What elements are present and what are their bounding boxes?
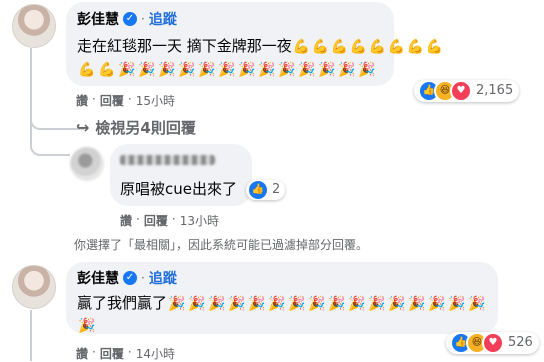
like-button[interactable]: 讚 [76, 92, 88, 109]
separator-dot: · [92, 345, 96, 359]
timestamp[interactable]: 15小時 [136, 92, 175, 109]
author-name[interactable]: 彭佳慧 [77, 268, 119, 288]
flexed-biceps-emoji: 💪 [406, 39, 424, 55]
reaction-summary[interactable]: 👍 2 [246, 180, 286, 200]
separator-dot: · [141, 12, 145, 26]
party-popper-emoji: 🎉 [428, 296, 446, 312]
follow-button[interactable]: 追蹤 [149, 9, 177, 29]
reaction-summary[interactable]: 👍 😆 ♥ 526 [446, 332, 539, 354]
timestamp[interactable]: 14小時 [136, 345, 175, 362]
thread-line-main [30, 310, 32, 361]
love-reaction-icon: ♥ [450, 80, 472, 102]
party-popper-emoji: 🎉 [178, 62, 196, 78]
follow-button[interactable]: 追蹤 [149, 268, 177, 288]
party-popper-emoji: 🎉 [168, 296, 186, 312]
separator-dot: · [127, 345, 132, 359]
party-popper-emoji: 🎉 [238, 62, 256, 78]
party-popper-emoji: 🎉 [318, 62, 336, 78]
emoji-row: 🎉 🎉 🎉 🎉 🎉 🎉 🎉 🎉 🎉 🎉 🎉 🎉 🎉 🎉 🎉 🎉 [167, 294, 487, 312]
reaction-summary[interactable]: 👍 😆 ♥ 2,165 [414, 80, 520, 102]
timestamp[interactable]: 13小時 [180, 212, 219, 229]
flexed-biceps-emoji: 💪 [78, 62, 96, 78]
like-reaction-icon: 👍 [248, 180, 268, 200]
comment-actions: 讚 · 回覆 · 14小時 [76, 345, 175, 362]
comment-text: 走在紅毯那一天 摘下金牌那一夜💪 💪 💪 💪 💪 💪 💪 💪 [77, 35, 444, 56]
filter-notice: 你選擇了「最相關」，因此系統可能已過濾掉部分回覆。 [74, 238, 369, 252]
party-popper-emoji: 🎉 [468, 296, 486, 312]
reply-button[interactable]: 回覆 [100, 92, 124, 109]
verified-badge-icon: ✓ [123, 271, 137, 285]
separator-dot: · [171, 212, 176, 226]
flexed-biceps-emoji: 💪 [330, 39, 348, 55]
like-button[interactable]: 讚 [120, 212, 132, 229]
comment-text-content: 贏了我們贏了 [77, 294, 168, 312]
party-popper-emoji: 🎉 [448, 296, 466, 312]
emoji-row: 💪 💪 💪 💪 💪 💪 💪 💪 [292, 37, 444, 55]
avatar[interactable] [12, 265, 56, 309]
comment-header: 彭佳慧 ✓ · 追蹤 [77, 9, 177, 29]
party-popper-emoji: 🎉 [308, 296, 326, 312]
reaction-count: 2 [272, 182, 281, 197]
party-popper-emoji: 🎉 [218, 62, 236, 78]
redacted-author-name [120, 155, 215, 165]
party-popper-emoji: 🎉 [118, 62, 136, 78]
view-more-replies-button[interactable]: ↪ 檢視另4則回覆 [76, 117, 196, 138]
flexed-biceps-emoji: 💪 [311, 39, 329, 55]
reply-button[interactable]: 回覆 [100, 345, 124, 362]
reply-text: 原唱被cue出來了 [120, 180, 237, 198]
comment-actions: 讚 · 回覆 · 15小時 [76, 92, 175, 109]
flexed-biceps-emoji: 💪 [292, 39, 310, 55]
emoji-row: 🎉 [77, 316, 97, 334]
party-popper-emoji: 🎉 [348, 296, 366, 312]
party-popper-emoji: 🎉 [298, 62, 316, 78]
flexed-biceps-emoji: 💪 [349, 39, 367, 55]
party-popper-emoji: 🎉 [368, 296, 386, 312]
party-popper-emoji: 🎉 [198, 62, 216, 78]
comment-text-content: 走在紅毯那一天 摘下金牌那一夜 [77, 37, 292, 55]
avatar[interactable] [70, 147, 104, 181]
party-popper-emoji: 🎉 [338, 62, 356, 78]
separator-dot: · [127, 92, 132, 106]
author-name[interactable]: 彭佳慧 [77, 9, 119, 29]
party-popper-emoji: 🎉 [268, 296, 286, 312]
party-popper-emoji: 🎉 [358, 62, 376, 78]
like-button[interactable]: 讚 [76, 345, 88, 362]
party-popper-emoji: 🎉 [288, 296, 306, 312]
separator-dot: · [92, 92, 96, 106]
love-reaction-icon: ♥ [482, 332, 504, 354]
reply-actions: 讚 · 回覆 · 13小時 [120, 212, 219, 229]
party-popper-emoji: 🎉 [208, 296, 226, 312]
reaction-count: 526 [508, 335, 533, 350]
reaction-count: 2,165 [476, 83, 514, 98]
view-more-replies-label: 檢視另4則回覆 [95, 119, 196, 137]
flexed-biceps-emoji: 💪 [425, 39, 443, 55]
party-popper-emoji: 🎉 [258, 62, 276, 78]
emoji-row: 💪 💪 🎉 🎉 🎉 🎉 🎉 🎉 🎉 🎉 🎉 🎉 🎉 🎉 🎉 [77, 60, 377, 78]
flexed-biceps-emoji: 💪 [387, 39, 405, 55]
comment-text: 贏了我們贏了🎉 🎉 🎉 🎉 🎉 🎉 🎉 🎉 🎉 🎉 🎉 🎉 🎉 🎉 🎉 🎉 [77, 292, 487, 313]
party-popper-emoji: 🎉 [228, 296, 246, 312]
party-popper-emoji: 🎉 [188, 296, 206, 312]
party-popper-emoji: 🎉 [328, 296, 346, 312]
reply-button[interactable]: 回覆 [144, 212, 168, 229]
party-popper-emoji: 🎉 [408, 296, 426, 312]
separator-dot: · [141, 271, 145, 285]
party-popper-emoji: 🎉 [158, 62, 176, 78]
reply-arrow-icon: ↪ [76, 118, 90, 137]
flexed-biceps-emoji: 💪 [98, 62, 116, 78]
party-popper-emoji: 🎉 [138, 62, 156, 78]
separator-dot: · [136, 212, 140, 226]
party-popper-emoji: 🎉 [278, 62, 296, 78]
verified-badge-icon: ✓ [123, 12, 137, 26]
party-popper-emoji: 🎉 [248, 296, 266, 312]
party-popper-emoji: 🎉 [78, 318, 96, 334]
avatar[interactable] [12, 4, 56, 48]
flexed-biceps-emoji: 💪 [368, 39, 386, 55]
party-popper-emoji: 🎉 [388, 296, 406, 312]
thread-line-reply [30, 128, 70, 156]
comment-header: 彭佳慧 ✓ · 追蹤 [77, 268, 177, 288]
